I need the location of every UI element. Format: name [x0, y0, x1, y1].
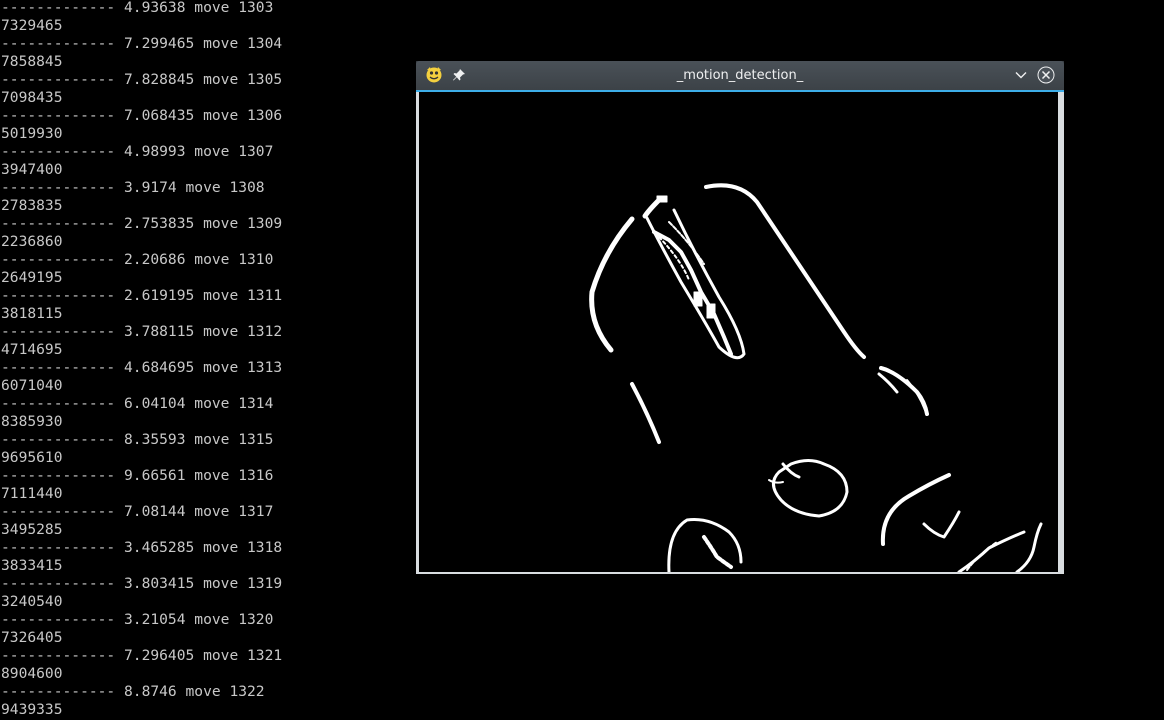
terminal-line: 3833415 — [1, 557, 63, 574]
terminal-line: 2236860 — [1, 233, 63, 250]
terminal-line: 3947400 — [1, 161, 63, 178]
terminal-line: ------------- 8.35593 move 1315 — [1, 431, 274, 448]
terminal-line: ------------- 8.8746 move 1322 — [1, 683, 265, 700]
terminal-line: ------------- 4.684695 move 1313 — [1, 359, 283, 376]
terminal-line: ------------- 2.619195 move 1311 — [1, 287, 283, 304]
terminal-line: ------------- 2.753835 move 1309 — [1, 215, 283, 232]
terminal-line: 8385930 — [1, 413, 63, 430]
terminal-line: ------------- 3.803415 move 1319 — [1, 575, 283, 592]
terminal-line: ------------- 4.93638 move 1303 — [1, 0, 274, 16]
terminal-line: ------------- 6.04104 move 1314 — [1, 395, 274, 412]
terminal-line: ------------- 7.08144 move 1317 — [1, 503, 274, 520]
terminal-line: 4714695 — [1, 341, 63, 358]
terminal-line: 6071040 — [1, 377, 63, 394]
terminal-line: 7098435 — [1, 89, 63, 106]
terminal-line: ------------- 3.465285 move 1318 — [1, 539, 283, 556]
motion-detection-window[interactable]: _motion_detection_ — [416, 61, 1064, 574]
terminal-line: ------------- 4.98993 move 1307 — [1, 143, 274, 160]
chevron-down-icon[interactable] — [1014, 68, 1028, 82]
terminal-line: 7111440 — [1, 485, 63, 502]
window-titlebar[interactable]: _motion_detection_ — [416, 61, 1064, 90]
terminal-line: ------------- 3.9174 move 1308 — [1, 179, 265, 196]
terminal-line: ------------- 3.21054 move 1320 — [1, 611, 274, 628]
terminal-line: 5019930 — [1, 125, 63, 142]
terminal-line: 2783835 — [1, 197, 63, 214]
terminal-line: 9695610 — [1, 449, 63, 466]
window-title: _motion_detection_ — [676, 68, 804, 83]
terminal-line: 7329465 — [1, 17, 63, 34]
terminal-line: ------------- 3.788115 move 1312 — [1, 323, 283, 340]
terminal-output: ------------- 4.93638 move 1303 7329465 --… — [1, 0, 401, 719]
terminal-line: 3818115 — [1, 305, 63, 322]
terminal-line: ------------- 7.296405 move 1321 — [1, 647, 283, 664]
motion-mask-canvas[interactable] — [419, 92, 1058, 572]
close-icon[interactable] — [1036, 65, 1056, 85]
terminal-line: ------------- 2.20686 move 1310 — [1, 251, 274, 268]
terminal-line: ------------- 7.068435 move 1306 — [1, 107, 283, 124]
terminal-line: ------------- 7.299465 move 1304 — [1, 35, 283, 52]
terminal-line: ------------- 7.828845 move 1305 — [1, 71, 283, 88]
terminal-line: 8904600 — [1, 665, 63, 682]
terminal-line: ------------- 9.66561 move 1316 — [1, 467, 274, 484]
terminal-line: 7858845 — [1, 53, 63, 70]
canvas-frame — [416, 90, 1064, 574]
terminal-line: 2649195 — [1, 269, 63, 286]
terminal-line: 9439335 — [1, 701, 63, 718]
terminal-line: 3240540 — [1, 593, 63, 610]
terminal-line: 7326405 — [1, 629, 63, 646]
terminal-line: 3495285 — [1, 521, 63, 538]
